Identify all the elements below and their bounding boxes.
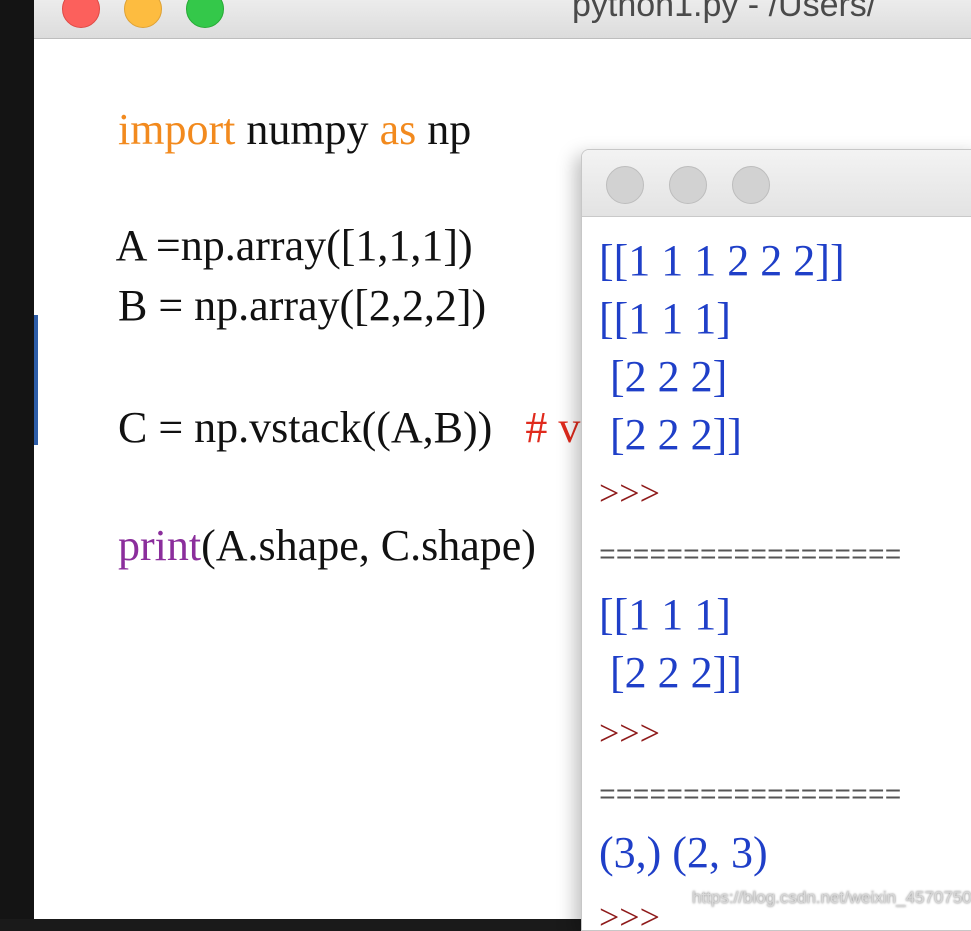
shell-output-line: [2 2 2]] bbox=[599, 648, 742, 697]
close-window-button[interactable] bbox=[62, 0, 100, 28]
shell-restart-separator: ================== bbox=[599, 541, 902, 572]
shell-prompt: >>> bbox=[599, 897, 660, 931]
window-title: python1.py - /Users/ bbox=[572, 0, 877, 24]
shell-output-line: [[1 1 1 2 2 2]] bbox=[599, 236, 845, 285]
builtin-print: print bbox=[118, 521, 202, 570]
code-line-3[interactable]: A =np.array([1,1,1]) bbox=[52, 168, 473, 270]
shell-output-line: [[1 1 1] bbox=[599, 590, 731, 639]
code-line-4[interactable]: B = np.array([2,2,2]) bbox=[52, 228, 486, 330]
shell-close-button[interactable] bbox=[606, 166, 644, 204]
shell-output-line: [[1 1 1] bbox=[599, 294, 731, 343]
keyword-as: as bbox=[379, 105, 417, 154]
code-text: np bbox=[416, 105, 472, 154]
shell-minimize-button[interactable] bbox=[669, 166, 707, 204]
shell-zoom-button[interactable] bbox=[732, 166, 770, 204]
shell-titlebar[interactable] bbox=[582, 150, 971, 217]
shell-output-line: [2 2 2] bbox=[599, 352, 728, 401]
code-text: C = np.vstack((A,B)) bbox=[118, 403, 526, 452]
shell-output-line: (3,) (2, 3) bbox=[599, 828, 768, 877]
keyword-import: import bbox=[118, 105, 236, 154]
code-text: numpy bbox=[235, 105, 380, 154]
shell-output-line: [2 2 2]] bbox=[599, 410, 742, 459]
code-text: B = np.array([2,2,2]) bbox=[118, 281, 487, 330]
zoom-window-button[interactable] bbox=[186, 0, 224, 28]
code-text: (A.shape, C.shape) bbox=[201, 521, 536, 570]
code-line-1[interactable]: import numpy as np bbox=[52, 52, 471, 154]
python-shell-window[interactable]: [[1 1 1 2 2 2]] [[1 1 1] [2 2 2] [2 2 2]… bbox=[581, 149, 971, 931]
left-desktop-strip bbox=[0, 0, 34, 919]
code-line-6[interactable]: C = np.vstack((A,B)) # ver bbox=[52, 350, 615, 452]
minimize-window-button[interactable] bbox=[124, 0, 162, 28]
editor-titlebar[interactable]: python1.py - /Users/ bbox=[34, 0, 971, 39]
watermark: https://blog.csdn.net/weixin_45707501 bbox=[692, 888, 971, 907]
shell-prompt: >>> bbox=[599, 473, 660, 513]
shell-restart-separator: ================== bbox=[599, 781, 902, 812]
editor-gutter-marker bbox=[34, 315, 38, 445]
code-line-8[interactable]: print(A.shape, C.shape) bbox=[52, 468, 536, 570]
shell-prompt: >>> bbox=[599, 713, 660, 753]
